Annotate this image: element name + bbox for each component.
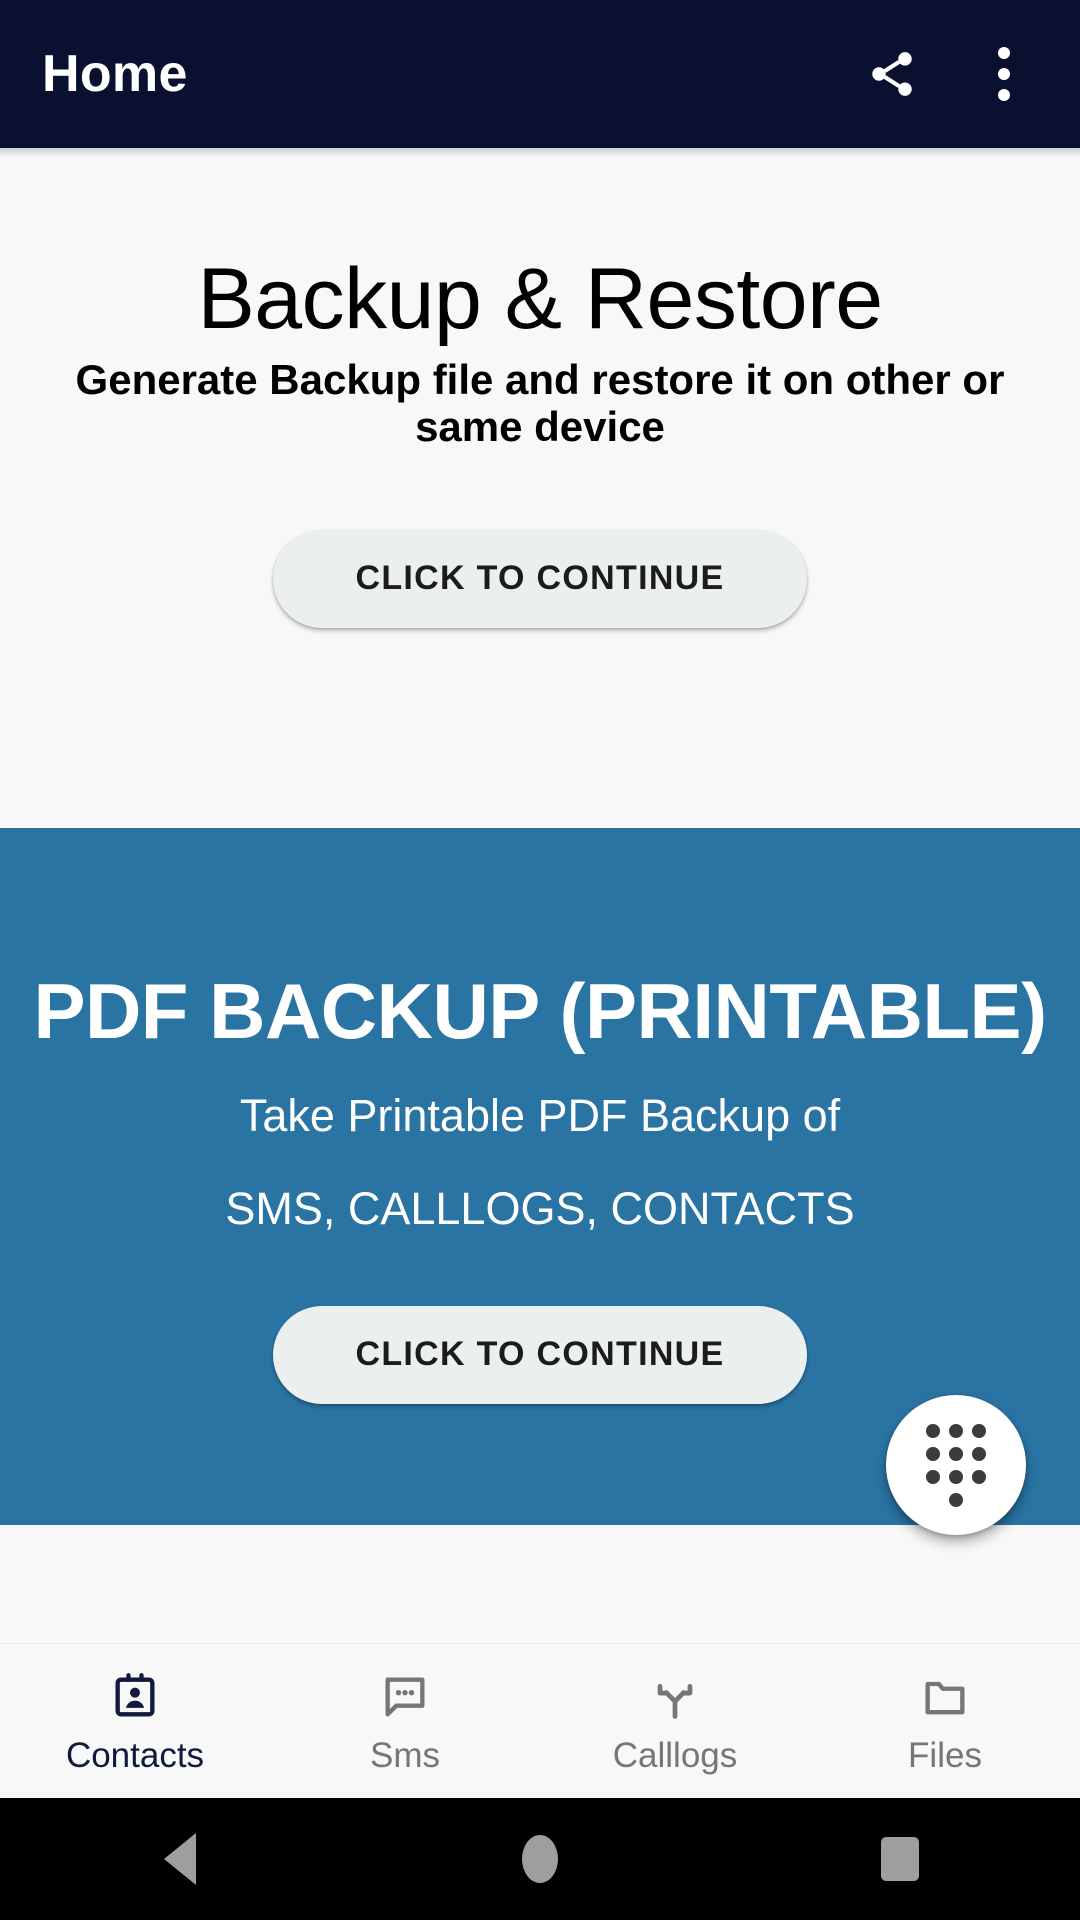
- pdf-backup-line-1: Take Printable PDF Backup of: [239, 1089, 841, 1141]
- kebab-dot: [998, 68, 1010, 80]
- dialpad-dot: [926, 1469, 940, 1484]
- bottom-nav-item-calllogs[interactable]: Calllogs: [540, 1670, 810, 1773]
- dialpad-dot: [972, 1469, 986, 1484]
- dialpad-dot: [926, 1446, 940, 1461]
- pdf-backup-continue-button[interactable]: CLICK TO CONTINUE: [273, 1305, 807, 1404]
- dialpad-dot: [972, 1446, 986, 1461]
- back-triangle-icon: [164, 1833, 196, 1885]
- dialpad-row: [949, 1492, 963, 1507]
- recents-square-icon: [881, 1837, 919, 1881]
- backup-restore-section: Backup & Restore Generate Backup file an…: [0, 148, 1080, 828]
- app-bar-actions: [856, 38, 1040, 110]
- bottom-nav-item-files[interactable]: Files: [810, 1670, 1080, 1773]
- home-circle-icon: [522, 1835, 558, 1883]
- more-vert-icon[interactable]: [968, 38, 1040, 110]
- back-button[interactable]: [0, 1833, 360, 1885]
- pdf-backup-button-wrap: CLICK TO CONTINUE: [273, 1305, 807, 1404]
- dialpad-row: [926, 1446, 986, 1461]
- bottom-nav-label: Files: [908, 1735, 982, 1775]
- backup-restore-continue-button[interactable]: CLICK TO CONTINUE: [273, 529, 807, 628]
- dialpad-dot: [926, 1423, 940, 1438]
- backup-restore-subtitle: Generate Backup file and restore it on o…: [75, 355, 1005, 450]
- chat-bubble-icon: [379, 1670, 431, 1724]
- home-button[interactable]: [360, 1835, 720, 1883]
- dialpad-row: [926, 1423, 986, 1438]
- bottom-nav-item-sms[interactable]: Sms: [270, 1670, 540, 1773]
- dialpad-row: [926, 1469, 986, 1484]
- dialpad-icon: [925, 1423, 987, 1507]
- bottom-nav-label: Calllogs: [612, 1735, 738, 1775]
- backup-restore-title: Backup & Restore: [197, 251, 883, 347]
- bottom-nav-label: Contacts: [65, 1735, 205, 1775]
- dialpad-dot: [949, 1423, 963, 1438]
- dialpad-fab[interactable]: [886, 1395, 1026, 1535]
- share-icon[interactable]: [856, 38, 928, 110]
- recents-button[interactable]: [720, 1837, 1080, 1881]
- app-bar: Home: [0, 0, 1080, 148]
- folder-icon: [919, 1670, 971, 1724]
- phone-screen: Home Backup & Restore Generate Backup fi…: [0, 0, 1080, 1920]
- bottom-nav-label: Sms: [370, 1735, 440, 1775]
- page-title: Home: [42, 45, 188, 103]
- bottom-nav-item-contacts[interactable]: Contacts: [0, 1670, 270, 1773]
- content-filler: [0, 1525, 1080, 1643]
- contact-card-icon: [109, 1670, 161, 1724]
- pdf-backup-title: PDF BACKUP (PRINTABLE): [33, 967, 1047, 1055]
- kebab-dot: [998, 47, 1010, 59]
- android-system-nav: [0, 1798, 1080, 1920]
- dialpad-dot: [949, 1446, 963, 1461]
- pdf-backup-line-2: SMS, CALLLOGS, CONTACTS: [225, 1183, 855, 1235]
- dialpad-dot: [949, 1492, 963, 1507]
- call-split-icon: [649, 1670, 701, 1724]
- dialpad-dot: [949, 1469, 963, 1484]
- dialpad-dot: [972, 1423, 986, 1438]
- kebab-dot: [998, 89, 1010, 101]
- backup-restore-button-wrap: CLICK TO CONTINUE: [273, 529, 807, 628]
- bottom-navigation-bar: Contacts Sms Calllogs Files: [0, 1643, 1080, 1798]
